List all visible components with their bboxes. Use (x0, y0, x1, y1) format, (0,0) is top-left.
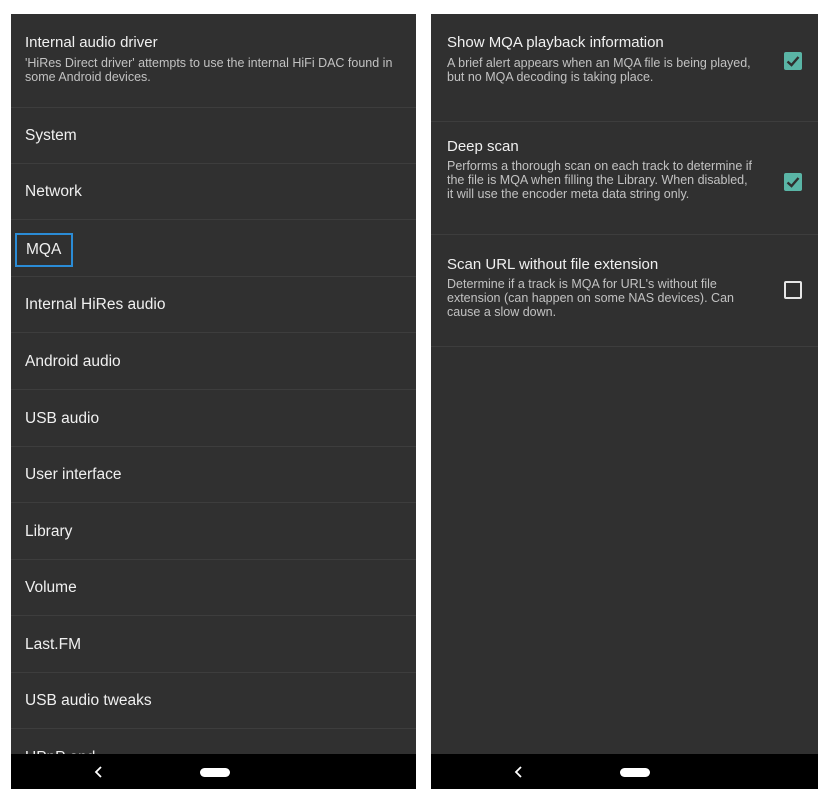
navigation-bar (431, 754, 818, 789)
deep-scan-checkbox[interactable] (784, 173, 802, 191)
show-mqa-playback-info-setting[interactable]: Show MQA playback information A brief al… (431, 14, 818, 122)
menu-item-label: Network (25, 183, 82, 200)
checkmark-icon (786, 56, 800, 67)
menu-item-volume[interactable]: Volume (11, 560, 416, 616)
menu-item-label: MQA (15, 233, 74, 267)
setting-description: Determine if a track is MQA for URL's wi… (447, 277, 734, 319)
menu-item-usb-audio[interactable]: USB audio (11, 391, 416, 447)
menu-item-label: User interface (25, 466, 122, 483)
scan-url-without-extension-checkbox[interactable] (784, 281, 802, 299)
setting-title: Show MQA playback information (447, 34, 664, 51)
back-icon[interactable] (513, 766, 525, 778)
navigation-bar (11, 754, 416, 789)
internal-audio-driver-title: Internal audio driver (25, 34, 158, 51)
menu-item-label: Internal HiRes audio (25, 296, 166, 313)
deep-scan-setting[interactable]: Deep scan Performs a thorough scan on ea… (431, 123, 818, 235)
menu-item-label: Library (25, 523, 73, 540)
menu-item-label: Android audio (25, 353, 121, 370)
menu-item-user-interface[interactable]: User interface (11, 447, 416, 503)
back-icon[interactable] (93, 766, 105, 778)
menu-item-internal-hires-audio[interactable]: Internal HiRes audio (11, 277, 416, 333)
menu-item-label: Last.FM (25, 636, 81, 653)
menu-item-label: USB audio tweaks (25, 692, 152, 709)
checkmark-icon (786, 177, 800, 188)
menu-item-mqa[interactable]: MQA (11, 221, 416, 277)
home-pill-icon[interactable] (200, 768, 230, 777)
scan-url-without-extension-setting[interactable]: Scan URL without file extension Determin… (431, 236, 818, 347)
home-pill-icon[interactable] (620, 768, 650, 777)
menu-item-lastfm[interactable]: Last.FM (11, 617, 416, 673)
setting-description: Performs a thorough scan on each track t… (447, 159, 753, 201)
setting-title: Deep scan (447, 138, 519, 155)
left-screen: Internal audio driver 'HiRes Direct driv… (11, 14, 416, 789)
internal-audio-driver-row[interactable]: Internal audio driver 'HiRes Direct driv… (11, 14, 416, 108)
setting-title: Scan URL without file extension (447, 256, 659, 273)
menu-item-label: USB audio (25, 410, 100, 427)
menu-item-system[interactable]: System (11, 108, 416, 164)
right-screen: Show MQA playback information A brief al… (431, 14, 818, 789)
menu-item-library[interactable]: Library (11, 504, 416, 560)
menu-item-android-audio[interactable]: Android audio (11, 334, 416, 390)
menu-item-usb-audio-tweaks[interactable]: USB audio tweaks (11, 673, 416, 729)
menu-item-label: System (25, 127, 77, 144)
setting-description: A brief alert appears when an MQA file i… (447, 56, 751, 84)
internal-audio-driver-description: 'HiRes Direct driver' attempts to use th… (25, 56, 393, 84)
menu-item-label: Volume (25, 579, 77, 596)
show-mqa-playback-info-checkbox[interactable] (784, 52, 802, 70)
menu-item-network[interactable]: Network (11, 164, 416, 220)
